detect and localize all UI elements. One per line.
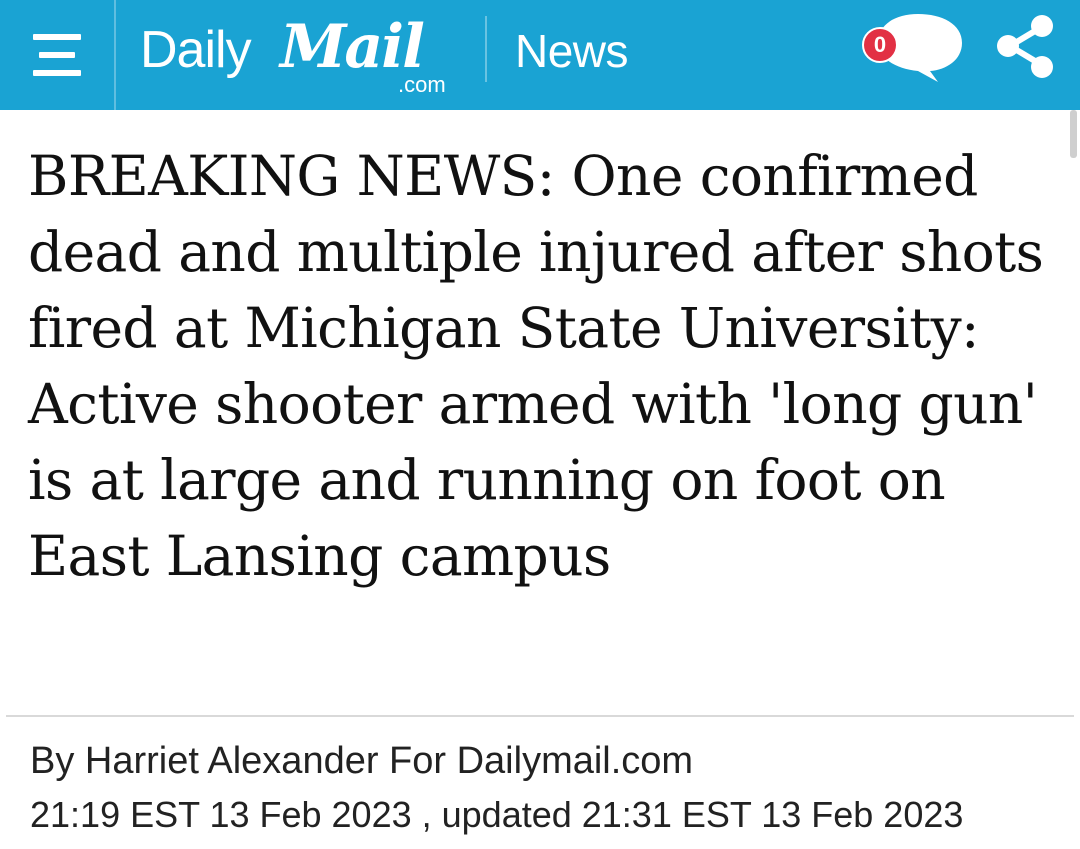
article-dateline: 21:19 EST 13 Feb 2023 , updated 21:31 ES… [30, 794, 963, 836]
header-divider [114, 0, 116, 110]
logo-daily-text: Daily [140, 21, 252, 79]
updated-label: , updated [411, 794, 582, 835]
comment-count-badge: 0 [862, 27, 898, 63]
top-header-bar: Daily Mail .com News 0 [0, 0, 1080, 110]
published-time: 21:19 EST 13 Feb 2023 [30, 794, 412, 835]
logo-com-text: .com [398, 72, 446, 97]
section-title[interactable]: News [515, 24, 629, 78]
site-logo[interactable]: Daily Mail .com [140, 12, 470, 104]
headline-divider [6, 715, 1074, 717]
scrollbar[interactable] [1070, 110, 1077, 158]
updated-time: 21:31 EST 13 Feb 2023 [581, 794, 964, 835]
article-headline: BREAKING NEWS: One confirmed dead and mu… [28, 144, 1044, 588]
hamburger-menu-icon [33, 32, 81, 78]
header-divider [485, 16, 487, 82]
article-byline: By Harriet Alexander For Dailymail.com [30, 740, 694, 782]
share-icon [997, 15, 1053, 78]
comments-button[interactable]: 0 [856, 10, 968, 82]
menu-button[interactable] [0, 0, 114, 110]
share-button[interactable] [990, 12, 1060, 82]
